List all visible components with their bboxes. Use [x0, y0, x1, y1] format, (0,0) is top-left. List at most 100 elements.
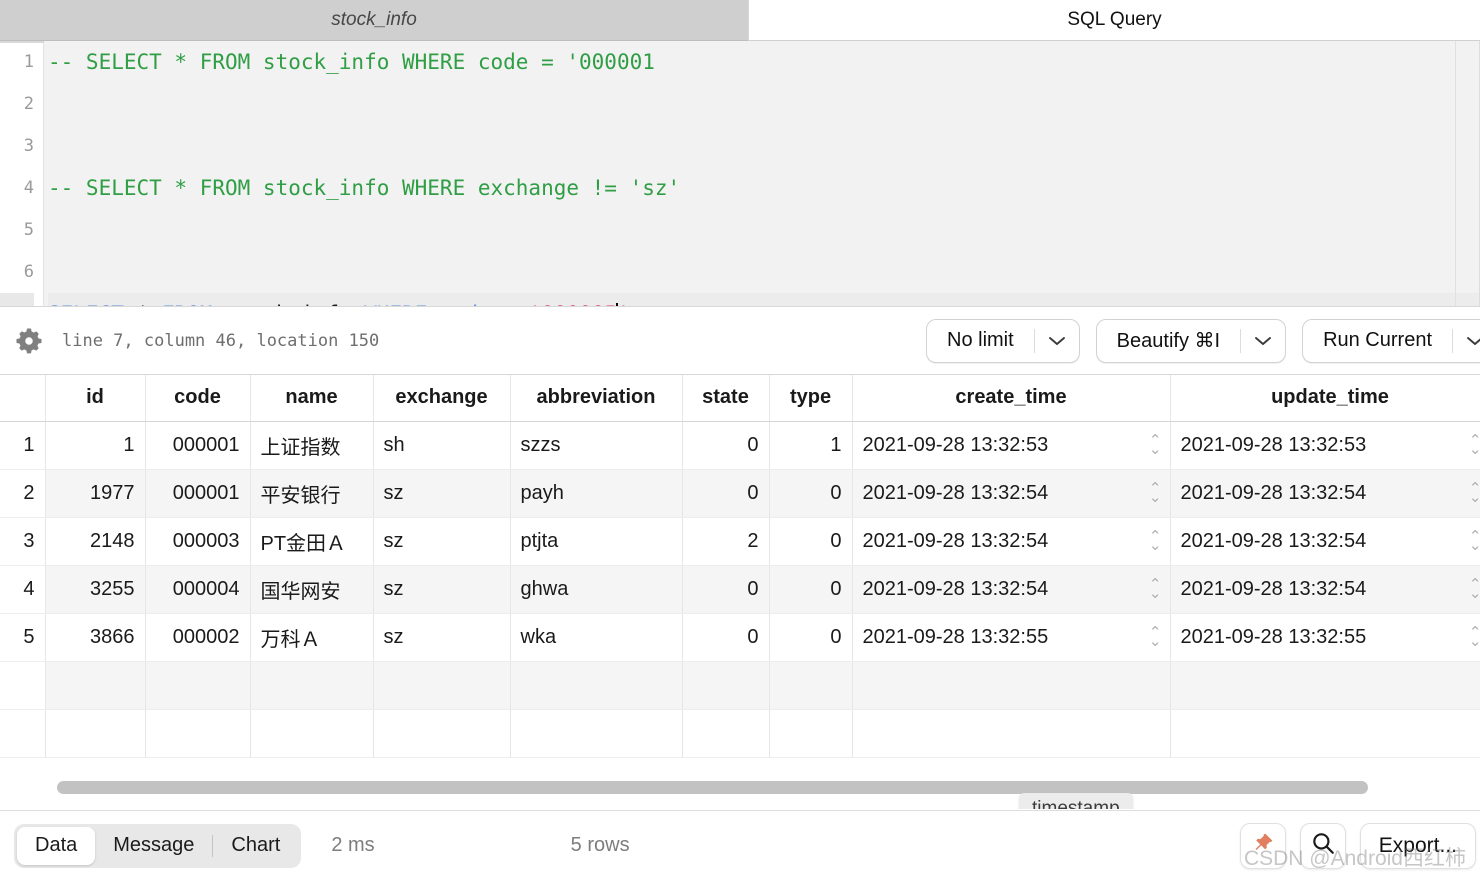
timestamp-stepper[interactable]: ⌃⌄	[1149, 481, 1162, 505]
timestamp-stepper[interactable]: ⌃⌄	[1469, 625, 1480, 649]
cell-exchange[interactable]: sz	[373, 613, 511, 662]
cell-abbreviation[interactable]: szzs	[510, 421, 683, 470]
column-header-exchange[interactable]: exchange	[373, 375, 511, 422]
column-header-state[interactable]: state	[682, 375, 770, 422]
cell-code[interactable]: 000004	[145, 565, 251, 614]
cell-exchange[interactable]: sz	[373, 565, 511, 614]
cell-create_time[interactable]: 2021-09-28 13:32:54 ⌃ ⌄	[852, 565, 1171, 614]
export-button[interactable]: Export...	[1359, 822, 1476, 869]
tab-message[interactable]: Message	[95, 827, 212, 865]
timestamp-stepper[interactable]: ⌃⌄	[1469, 577, 1480, 601]
column-header-create_time[interactable]: create_time	[852, 375, 1171, 422]
cell-exchange[interactable]: sh	[373, 421, 511, 470]
column-header-type[interactable]: type	[769, 375, 853, 422]
chevron-down-icon[interactable]: ⌄	[1469, 442, 1480, 457]
chevron-down-icon[interactable]: ⌄	[1469, 490, 1480, 505]
column-header-code[interactable]: code	[145, 375, 251, 422]
cell-abbreviation[interactable]: payh	[510, 469, 683, 518]
table-row[interactable]: 3 2148 000003 PT金田Ａ sz ptjta 2 0 2021-09-28 13:3…	[0, 517, 1480, 566]
cell-name[interactable]: 平安银行	[250, 469, 374, 518]
cell-state[interactable]: 2	[682, 517, 770, 566]
cell-state[interactable]: 0	[682, 421, 770, 470]
cell-exchange[interactable]: sz	[373, 517, 511, 566]
cell-id[interactable]: 3866	[45, 613, 146, 662]
no-limit-button[interactable]: No limit	[926, 318, 1080, 363]
column-header-name[interactable]: name	[250, 375, 374, 422]
result-grid[interactable]: id code name exchange abbreviation state type c…	[0, 375, 1480, 809]
cell-create_time[interactable]: 2021-09-28 13:32:54 ⌃ ⌄	[852, 469, 1171, 518]
cell-type[interactable]: 0	[769, 469, 853, 518]
cell-type[interactable]: 0	[769, 613, 853, 662]
timestamp-stepper[interactable]: ⌃⌄	[1149, 433, 1162, 457]
cell-id[interactable]: 1	[45, 421, 146, 470]
column-header-abbreviation[interactable]: abbreviation	[510, 375, 683, 422]
chevron-down-icon[interactable]: ⌄	[1469, 586, 1480, 601]
tab-chart[interactable]: Chart	[213, 827, 298, 865]
cell-abbreviation[interactable]: ptjta	[510, 517, 683, 566]
table-row[interactable]: 4 3255 000004 国华网安 sz ghwa 0 0 2021-09-28 13:32:…	[0, 565, 1480, 614]
cell-type[interactable]: 1	[769, 421, 853, 470]
cell-state[interactable]: 0	[682, 469, 770, 518]
cell-update_time[interactable]: 2021-09-28 13:32:54⌃⌄	[1170, 565, 1480, 614]
table-row[interactable]: 1 1 000001 上证指数 sh szzs 0 1 2021-09-28 13:32:53 ⌃…	[0, 421, 1480, 470]
cell-code[interactable]: 000003	[145, 517, 251, 566]
cell-create_time[interactable]: 2021-09-28 13:32:55 ⌃ ⌄	[852, 613, 1171, 662]
gear-icon[interactable]	[14, 326, 44, 356]
cell-name[interactable]: 国华网安	[250, 565, 374, 614]
cell-name[interactable]: 万科Ａ	[250, 613, 374, 662]
table-row[interactable]: 2 1977 000001 平安银行 sz payh 0 0 2021-09-28 13:32:…	[0, 469, 1480, 518]
cell-create_time[interactable]: 2021-09-28 13:32:54 ⌃ ⌄	[852, 517, 1171, 566]
chevron-down-icon[interactable]: ⌄	[1469, 634, 1480, 649]
column-header-id[interactable]: id	[45, 375, 146, 422]
cell-id[interactable]: 2148	[45, 517, 146, 566]
timestamp-stepper[interactable]: ⌃⌄	[1469, 529, 1480, 553]
chevron-down-icon[interactable]: ⌄	[1149, 538, 1162, 553]
chevron-down-icon[interactable]: ⌄	[1149, 634, 1162, 649]
cell-id[interactable]: 3255	[45, 565, 146, 614]
beautify-button[interactable]: Beautify ⌘I	[1095, 318, 1287, 363]
pin-button[interactable]	[1239, 822, 1286, 869]
timestamp-stepper[interactable]: ⌃⌄	[1149, 577, 1162, 601]
editor-code-area[interactable]: -- SELECT * FROM stock_info WHERE code =…	[44, 41, 1480, 306]
tab-stock-info[interactable]: stock_info	[0, 0, 748, 41]
cell-type[interactable]: 0	[769, 565, 853, 614]
column-header-update_time[interactable]: update_time	[1170, 375, 1480, 422]
cell-exchange[interactable]: sz	[373, 469, 511, 518]
chevron-down-icon[interactable]: ⌄	[1149, 586, 1162, 601]
table-row[interactable]: 5 3866 000002 万科Ａ sz wka 0 0 2021-09-28 13:32:55…	[0, 613, 1480, 662]
tab-data[interactable]: Data	[17, 826, 96, 865]
cell-code[interactable]: 000002	[145, 613, 251, 662]
cell-abbreviation[interactable]: ghwa	[510, 565, 683, 614]
chevron-down-icon[interactable]: ⌄	[1149, 490, 1162, 505]
chevron-down-icon[interactable]	[1035, 320, 1079, 362]
timestamp-stepper[interactable]: ⌃⌄	[1149, 625, 1162, 649]
run-current-button[interactable]: Run Current	[1302, 318, 1480, 363]
cell-create_time[interactable]: 2021-09-28 13:32:53 ⌃ ⌄	[852, 421, 1171, 470]
sql-editor[interactable]: 123456789 -- SELECT * FROM stock_info WH…	[0, 41, 1480, 307]
cell-update_time[interactable]: 2021-09-28 13:32:53⌃⌄	[1170, 421, 1480, 470]
run-current-label: Run Current	[1323, 329, 1432, 351]
cell-abbreviation[interactable]: wka	[510, 613, 683, 662]
cell-state[interactable]: 0	[682, 565, 770, 614]
cell-code[interactable]: 000001	[145, 421, 251, 470]
chevron-down-icon[interactable]	[1241, 320, 1285, 362]
cell-update_time[interactable]: 2021-09-28 13:32:54⌃⌄	[1170, 517, 1480, 566]
chevron-down-icon[interactable]: ⌄	[1469, 538, 1480, 553]
cell-update_time[interactable]: 2021-09-28 13:32:55⌃⌄	[1170, 613, 1480, 662]
scrollbar-thumb[interactable]	[57, 781, 1368, 794]
cell-name[interactable]: PT金田Ａ	[250, 517, 374, 566]
search-button[interactable]	[1299, 822, 1346, 869]
cell-type[interactable]: 0	[769, 517, 853, 566]
timestamp-stepper[interactable]: ⌃⌄	[1149, 529, 1162, 553]
horizontal-scrollbar[interactable]	[45, 779, 1480, 801]
tab-sql-query[interactable]: SQL Query	[748, 0, 1480, 41]
cell-name[interactable]: 上证指数	[250, 421, 374, 470]
cell-code[interactable]: 000001	[145, 469, 251, 518]
timestamp-stepper[interactable]: ⌃⌄	[1469, 481, 1480, 505]
cell-state[interactable]: 0	[682, 613, 770, 662]
chevron-down-icon[interactable]: ⌄	[1149, 442, 1162, 457]
timestamp-stepper[interactable]: ⌃⌄	[1469, 433, 1480, 457]
cell-id[interactable]: 1977	[45, 469, 146, 518]
chevron-down-icon[interactable]	[1453, 320, 1480, 362]
cell-update_time[interactable]: 2021-09-28 13:32:54⌃⌄	[1170, 469, 1480, 518]
